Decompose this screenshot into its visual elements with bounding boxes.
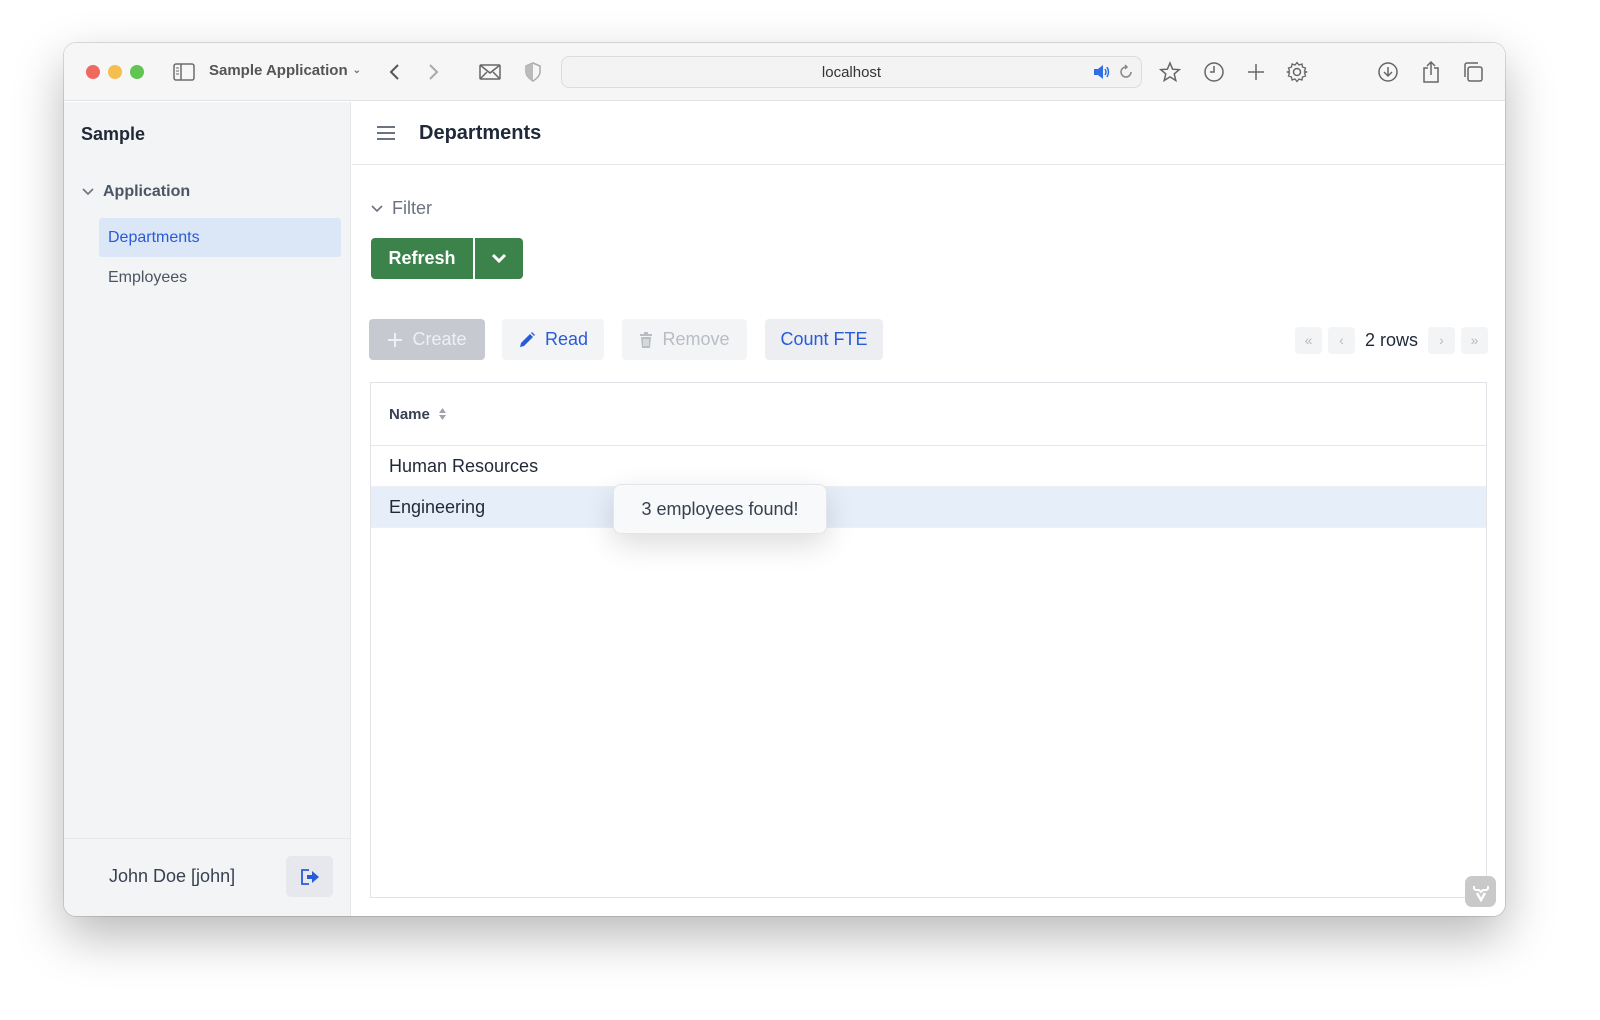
filter-toggle[interactable]: Filter bbox=[370, 198, 432, 219]
close-window-button[interactable] bbox=[86, 65, 100, 79]
remove-button[interactable]: Remove bbox=[622, 319, 747, 360]
page-header: Departments bbox=[352, 102, 1505, 165]
chevron-down-icon bbox=[491, 253, 507, 263]
address-bar[interactable]: localhost bbox=[561, 56, 1142, 88]
sidebar-group-application[interactable]: Application bbox=[81, 183, 190, 201]
filter-label: Filter bbox=[392, 198, 432, 218]
table-row[interactable]: Human Resources bbox=[371, 446, 1486, 487]
vaadin-icon bbox=[1472, 885, 1489, 902]
tabs-overview-icon[interactable] bbox=[1461, 59, 1485, 85]
next-page-button[interactable]: › bbox=[1428, 326, 1455, 354]
share-icon[interactable] bbox=[1419, 59, 1443, 85]
sidebar-item-employees[interactable]: Employees bbox=[99, 258, 341, 297]
sidebar-item-label: Departments bbox=[108, 228, 200, 246]
shield-icon[interactable] bbox=[524, 59, 542, 85]
reload-icon[interactable] bbox=[1118, 64, 1134, 84]
sidebar-footer: John Doe [john] bbox=[64, 838, 350, 916]
last-page-button[interactable]: » bbox=[1461, 326, 1488, 354]
tab-group-selector[interactable]: Sample Application ⌄ bbox=[209, 62, 361, 79]
url-text: localhost bbox=[821, 63, 882, 81]
count-fte-button[interactable]: Count FTE bbox=[765, 319, 883, 360]
trash-icon bbox=[640, 331, 653, 348]
page-title: Departments bbox=[419, 122, 542, 144]
cell-name: Human Resources bbox=[389, 455, 539, 476]
notification-text: 3 employees found! bbox=[641, 498, 799, 519]
download-icon[interactable] bbox=[1376, 59, 1400, 85]
pencil-icon bbox=[519, 331, 535, 347]
first-page-button[interactable]: « bbox=[1294, 326, 1322, 354]
sidebar-item-departments[interactable]: Departments bbox=[99, 218, 341, 257]
column-header-label: Name bbox=[389, 405, 430, 423]
sidebar-group-label: Application bbox=[103, 183, 191, 200]
app-brand: Sample bbox=[81, 124, 146, 144]
refresh-button-group: Refresh bbox=[371, 238, 523, 279]
tab-group-title: Sample Application bbox=[209, 62, 348, 79]
double-chevron-left-icon: « bbox=[1304, 332, 1313, 348]
pagination: « ‹ 2 rows › » bbox=[1294, 326, 1488, 354]
chevron-right-icon: › bbox=[1439, 332, 1444, 348]
table-row-selected[interactable]: Engineering bbox=[371, 487, 1486, 528]
cell-name: Engineering bbox=[389, 496, 486, 517]
refresh-dropdown-button[interactable] bbox=[475, 238, 523, 279]
chevron-left-icon: ‹ bbox=[1339, 332, 1344, 348]
audio-icon[interactable] bbox=[1093, 64, 1111, 84]
chevron-down-icon bbox=[371, 204, 383, 212]
settings-icon[interactable] bbox=[1285, 59, 1309, 85]
maximize-window-button[interactable] bbox=[130, 65, 144, 79]
sort-icon[interactable] bbox=[438, 407, 447, 421]
previous-page-button[interactable]: ‹ bbox=[1327, 326, 1355, 354]
dev-tools-button[interactable] bbox=[1465, 876, 1496, 907]
minimize-window-button[interactable] bbox=[108, 65, 122, 79]
read-label: Read bbox=[544, 329, 589, 349]
double-chevron-right-icon: » bbox=[1470, 332, 1479, 348]
grid-toolbar: Create Read Remove Count FTE « ‹ 2 rows … bbox=[369, 319, 1488, 360]
logout-button[interactable] bbox=[286, 856, 333, 897]
forward-icon[interactable] bbox=[424, 59, 444, 85]
mail-icon[interactable] bbox=[478, 59, 502, 85]
column-header-name[interactable]: Name bbox=[371, 383, 1486, 446]
create-button[interactable]: Create bbox=[369, 319, 485, 360]
main-content: Departments Filter Refresh Create Read R… bbox=[352, 102, 1505, 916]
notification-toast: 3 employees found! bbox=[613, 484, 827, 534]
row-count: 2 rows bbox=[1364, 329, 1418, 350]
history-icon[interactable] bbox=[1202, 59, 1226, 85]
menu-toggle-button[interactable] bbox=[375, 122, 397, 144]
user-name: John Doe [john] bbox=[109, 866, 236, 886]
refresh-button[interactable]: Refresh bbox=[371, 238, 473, 279]
new-tab-icon[interactable] bbox=[1244, 59, 1268, 85]
browser-window: Sample Application ⌄ localhost Sample Ap… bbox=[64, 43, 1505, 916]
sidebar-toggle-icon[interactable] bbox=[172, 59, 196, 85]
back-icon[interactable] bbox=[384, 59, 404, 85]
hamburger-icon bbox=[377, 126, 395, 140]
chevron-down-icon bbox=[82, 188, 94, 196]
create-label: Create bbox=[412, 329, 467, 349]
browser-toolbar: Sample Application ⌄ localhost bbox=[64, 43, 1505, 101]
chevron-down-icon: ⌄ bbox=[352, 65, 362, 76]
logout-icon bbox=[300, 868, 319, 885]
sidebar-item-label: Employees bbox=[108, 268, 188, 286]
plus-icon bbox=[388, 332, 403, 347]
star-icon[interactable] bbox=[1158, 59, 1182, 85]
read-button[interactable]: Read bbox=[502, 319, 604, 360]
data-grid: Name Human Resources Engineering bbox=[370, 382, 1487, 898]
sidebar: Sample Application Departments Employees… bbox=[64, 102, 351, 916]
remove-label: Remove bbox=[662, 329, 730, 349]
